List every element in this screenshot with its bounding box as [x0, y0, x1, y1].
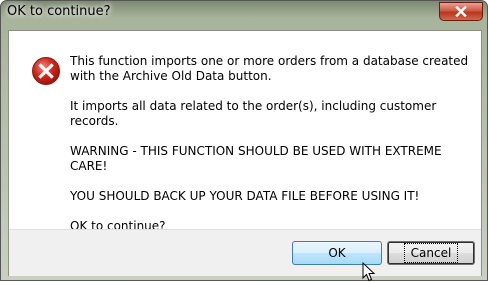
window-title: OK to continue?: [7, 4, 111, 19]
message-paragraph-3: WARNING - THIS FUNCTION SHOULD BE USED W…: [70, 144, 442, 173]
message-paragraph-2: It imports all data related to the order…: [70, 99, 437, 128]
cancel-button[interactable]: Cancel: [387, 241, 475, 265]
ok-button-label: OK: [328, 246, 346, 260]
error-icon: [32, 57, 60, 85]
dialog-window: OK to continue? This function imports on…: [0, 0, 488, 281]
close-button[interactable]: [439, 2, 483, 21]
message-paragraph-1: This function imports one or more orders…: [70, 54, 469, 83]
message-paragraph-4: YOU SHOULD BACK UP YOUR DATA FILE BEFORE…: [70, 189, 420, 203]
button-bar: OK Cancel: [9, 229, 481, 276]
cancel-button-label: Cancel: [403, 243, 459, 263]
close-icon: [455, 6, 467, 17]
mouse-cursor-icon: [362, 262, 376, 282]
message-text: This function imports one or more orders…: [70, 54, 470, 234]
dialog-content: This function imports one or more orders…: [8, 30, 482, 276]
title-bar[interactable]: OK to continue?: [1, 1, 487, 29]
